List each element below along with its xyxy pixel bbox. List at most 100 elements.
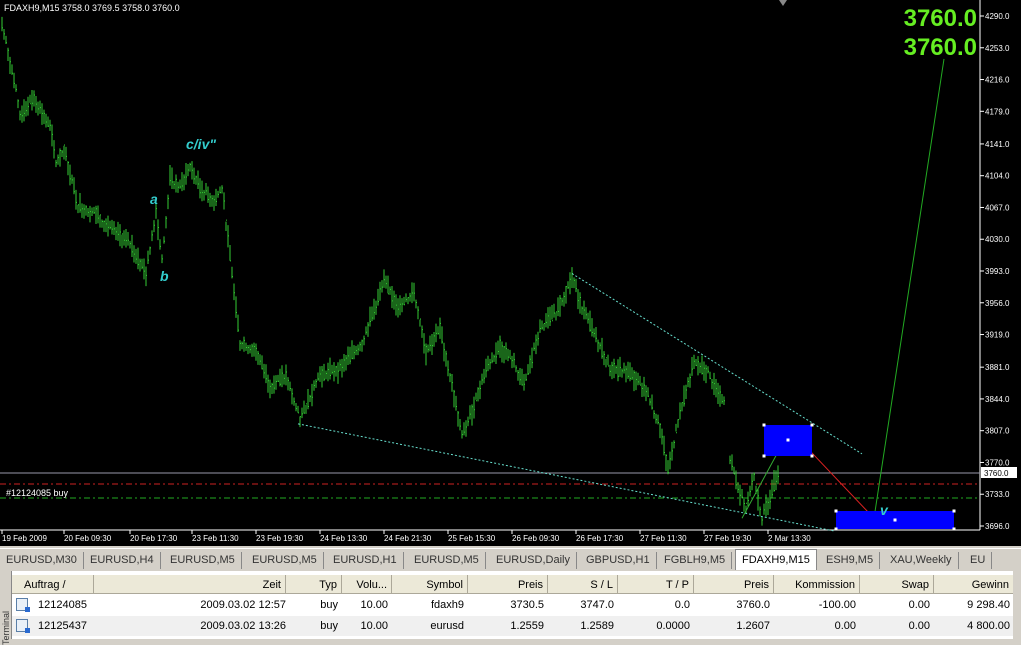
- time-tick-label: 23 Feb 11:30: [192, 534, 239, 543]
- price-chart[interactable]: 4290.0 4253.0 4216.0 4179.0 4141.0 4104.0 4067…: [0, 0, 1021, 546]
- tab-xau-weekly[interactable]: XAU,Weekly: [884, 552, 959, 569]
- cell-swap: 0.00: [908, 599, 930, 611]
- price-tick-label: 3733.0: [985, 490, 1010, 499]
- order-icon: [16, 598, 30, 612]
- big-price-bid: 3760.0: [903, 5, 977, 32]
- time-tick-label: 24 Feb 13:30: [320, 534, 368, 543]
- cell-symbol: eurusd: [430, 620, 464, 632]
- zone-handle: [762, 423, 766, 427]
- tab-scroll-button[interactable]: [1005, 551, 1021, 569]
- price-tick-label: 4067.0: [985, 203, 1010, 212]
- zone-handle: [810, 423, 814, 427]
- tab-eurusd-m5[interactable]: EURUSD,M5: [164, 552, 242, 569]
- terminal-scrollbar[interactable]: [1013, 571, 1021, 639]
- col-preis[interactable]: Preis: [468, 575, 548, 594]
- price-tick-label: 3807.0: [985, 427, 1010, 436]
- cell-typ: buy: [320, 599, 338, 611]
- time-tick-label: 20 Feb 17:30: [130, 534, 178, 543]
- price-tick-label: 3993.0: [985, 267, 1010, 276]
- table-row[interactable]: 12124085 2009.03.02 12:57 buy 10.00 fdax…: [12, 595, 1021, 615]
- shift-marker-icon: [779, 0, 787, 6]
- time-tick-label: 23 Feb 19:30: [256, 534, 304, 543]
- zone-handle: [834, 509, 838, 513]
- table-row[interactable]: 12125437 2009.03.02 13:26 buy 10.00 euru…: [12, 616, 1021, 636]
- cell-volume: 10.00: [360, 599, 388, 611]
- zone-handle: [952, 527, 956, 531]
- terminal-table-header: Auftrag / Zeit Typ Volu... Symbol Preis …: [12, 575, 1021, 594]
- zone-handle: [893, 518, 897, 522]
- price-tick-label: 3770.0: [985, 458, 1010, 467]
- tab-eurusd-h4[interactable]: EURUSD,H4: [84, 552, 161, 569]
- price-tick-label: 3919.0: [985, 331, 1010, 340]
- tab-eu[interactable]: EU: [964, 552, 993, 569]
- cell-sl: 3747.0: [580, 599, 614, 611]
- price-tick-label: 4253.0: [985, 44, 1010, 53]
- time-tick-label: 27 Feb 11:30: [640, 534, 687, 543]
- order-line-label: #12124085 buy: [6, 488, 69, 498]
- cell-preis-current: 3760.0: [736, 599, 770, 611]
- wave-label: a: [150, 191, 158, 207]
- col-sl[interactable]: S / L: [548, 575, 618, 594]
- tab-eurusd-m5-3[interactable]: EURUSD,M5: [408, 552, 486, 569]
- tab-fdaxh9-m15[interactable]: FDAXH9,M15: [735, 549, 817, 570]
- time-tick-label: 25 Feb 15:30: [448, 534, 496, 543]
- current-price-label: 3760.0: [984, 469, 1009, 478]
- time-tick-label: 24 Feb 21:30: [384, 534, 432, 543]
- time-tick-label: 19 Feb 2009: [2, 534, 47, 543]
- col-volume[interactable]: Volu...: [342, 575, 392, 594]
- tab-eurusd-daily[interactable]: EURUSD,Daily: [490, 552, 577, 569]
- col-typ[interactable]: Typ: [286, 575, 342, 594]
- tab-eurusd-h1[interactable]: EURUSD,H1: [327, 552, 404, 569]
- col-zeit[interactable]: Zeit: [94, 575, 286, 594]
- tab-eurusd-m30[interactable]: EURUSD,M30: [0, 552, 84, 569]
- terminal-panel: Terminal Auftrag / Zeit Typ Volu... Symb…: [0, 571, 1021, 645]
- cell-volume: 10.00: [360, 620, 388, 632]
- price-tick-label: 4030.0: [985, 235, 1010, 244]
- zone-handle: [810, 454, 814, 458]
- price-tick-label: 4179.0: [985, 107, 1010, 116]
- terminal-side-label: Terminal: [1, 611, 11, 645]
- cell-zeit: 2009.03.02 13:26: [200, 620, 286, 632]
- col-preis-current[interactable]: Preis: [694, 575, 774, 594]
- price-tick-label: 4104.0: [985, 172, 1010, 181]
- cell-kommission: 0.00: [834, 620, 856, 632]
- cell-tp: 0.0000: [656, 620, 690, 632]
- cell-tp: 0.0: [674, 599, 690, 611]
- chart-window[interactable]: 4290.0 4253.0 4216.0 4179.0 4141.0 4104.0 4067…: [0, 0, 1021, 546]
- col-swap[interactable]: Swap: [860, 575, 934, 594]
- projection-line-2: [873, 58, 945, 519]
- wave-label: b: [160, 268, 169, 284]
- cell-preis: 3730.5: [510, 599, 544, 611]
- cell-gewinn: 4 800.00: [967, 620, 1010, 632]
- time-tick-label: 27 Feb 19:30: [704, 534, 752, 543]
- price-tick-label: 4290.0: [985, 12, 1010, 21]
- cell-gewinn: 9 298.40: [967, 599, 1010, 611]
- tab-gbpusd-h1[interactable]: GBPUSD,H1: [580, 552, 657, 569]
- zone-handle: [834, 527, 838, 531]
- cell-typ: buy: [320, 620, 338, 632]
- col-gewinn[interactable]: Gewinn: [934, 575, 1014, 594]
- cell-auftrag: 12124085: [38, 599, 87, 611]
- tab-esh9-m5[interactable]: ESH9,M5: [820, 552, 881, 569]
- big-price-ask: 3760.0: [903, 34, 977, 61]
- time-tick-label: 26 Feb 09:30: [512, 534, 560, 543]
- col-auftrag[interactable]: Auftrag /: [12, 575, 94, 594]
- zone-handle: [762, 454, 766, 458]
- cell-kommission: -100.00: [818, 599, 856, 611]
- col-tp[interactable]: T / P: [618, 575, 694, 594]
- col-kommission[interactable]: Kommission: [774, 575, 860, 594]
- zone-handle: [952, 509, 956, 513]
- time-tick-label: 2 Mar 13:30: [768, 534, 811, 543]
- tab-eurusd-m5-2[interactable]: EURUSD,M5: [246, 552, 324, 569]
- wave-label: v: [880, 502, 889, 518]
- cell-symbol: fdaxh9: [430, 599, 464, 611]
- cell-swap: 0.00: [908, 620, 930, 632]
- col-symbol[interactable]: Symbol: [392, 575, 468, 594]
- time-tick-label: 20 Feb 09:30: [64, 534, 112, 543]
- price-tick-label: 3881.0: [985, 363, 1010, 372]
- zone-handle: [786, 438, 790, 442]
- tab-fgblh9-m5[interactable]: FGBLH9,M5: [658, 552, 733, 569]
- terminal-sidebar: Terminal: [0, 571, 12, 645]
- time-tick-label: 26 Feb 17:30: [576, 534, 624, 543]
- price-tick-label: 3844.0: [985, 395, 1010, 404]
